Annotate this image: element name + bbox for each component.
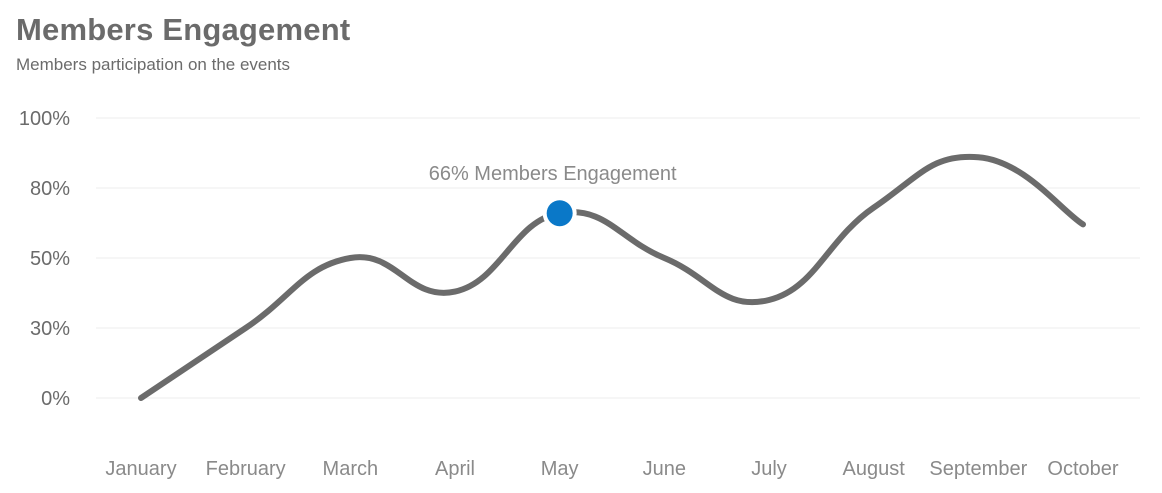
- y-tick-label: 50%: [30, 248, 70, 270]
- x-tick-label: September: [929, 458, 1027, 480]
- x-tick-label: October: [1047, 458, 1118, 480]
- line-chart: 100% 80% 50% 30% 0% January February March Apri…: [19, 108, 1140, 480]
- y-tick-label: 0%: [41, 388, 70, 410]
- highlight-annotation: 66% Members Engagement: [429, 163, 677, 185]
- x-tick-label: June: [643, 458, 686, 480]
- x-tick-label: January: [105, 458, 176, 480]
- x-tick-label: August: [843, 458, 906, 480]
- x-tick-label: April: [435, 458, 475, 480]
- y-tick-label: 30%: [30, 318, 70, 340]
- x-tick-label: July: [751, 458, 787, 480]
- x-tick-label: May: [541, 458, 579, 480]
- y-tick-label: 100%: [19, 108, 70, 130]
- y-tick-label: 80%: [30, 178, 70, 200]
- x-tick-label: March: [323, 458, 379, 480]
- highlight-point[interactable]: [546, 200, 573, 227]
- x-tick-label: February: [206, 458, 286, 480]
- series-line: [138, 153, 1086, 401]
